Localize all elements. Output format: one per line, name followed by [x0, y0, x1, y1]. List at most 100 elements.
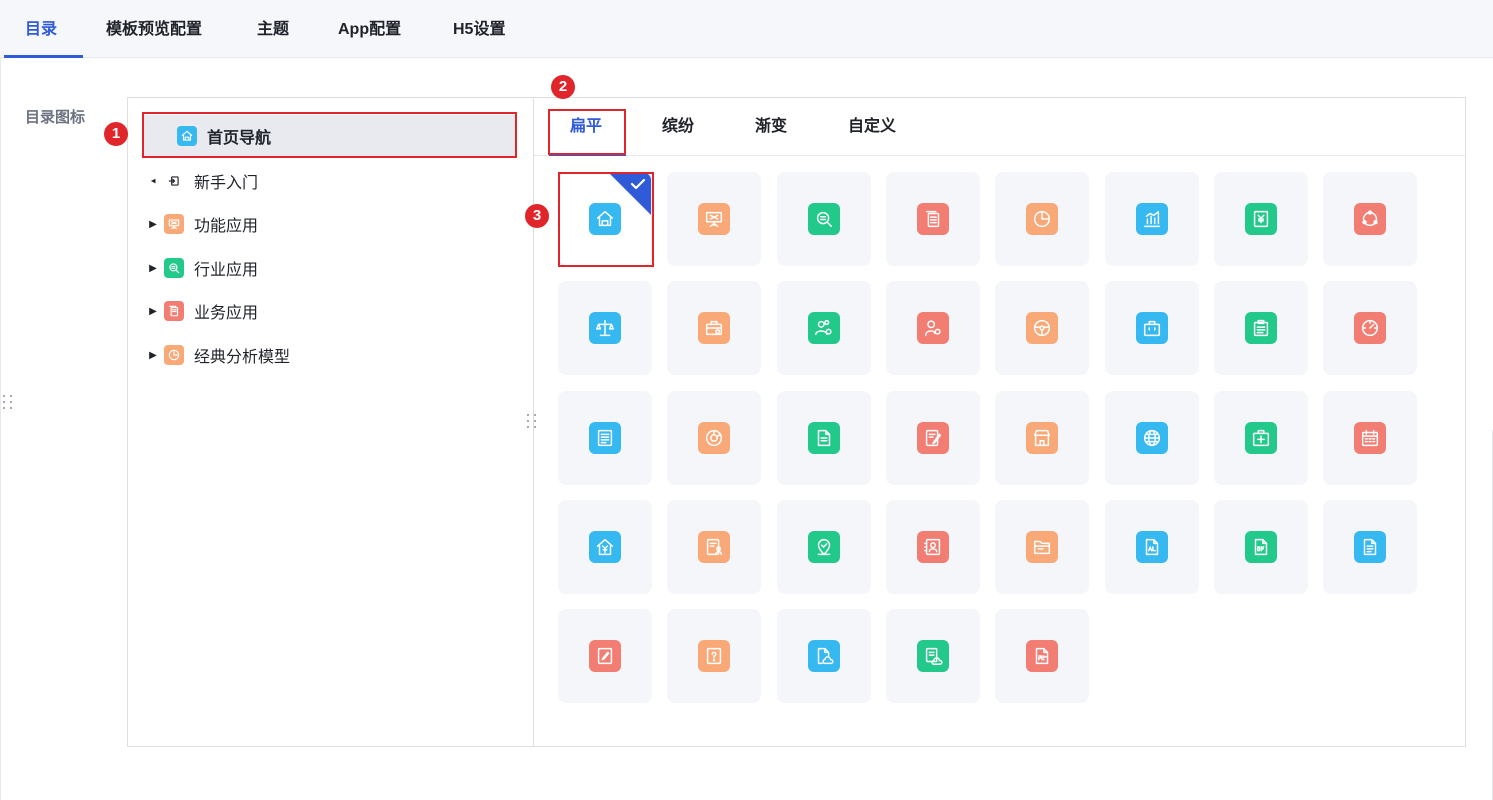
icon-option[interactable]: [1323, 390, 1418, 485]
panel-resize-handle[interactable]: [525, 412, 539, 434]
search-list-icon: [164, 258, 184, 278]
speedometer-icon: [1354, 312, 1387, 345]
icon-option[interactable]: [885, 499, 980, 594]
icon-option[interactable]: [558, 390, 652, 485]
tree-item[interactable]: ▲ 新手入门: [144, 160, 517, 202]
annotation-badge-2: 2: [551, 75, 575, 99]
tree-item[interactable]: ▶ 业务应用: [144, 290, 517, 332]
icon-option[interactable]: [558, 499, 652, 594]
icon-option[interactable]: [885, 172, 980, 266]
file-type-c-icon: [1026, 640, 1059, 673]
cloud-document-icon: [807, 640, 840, 673]
clipboard-icon: [1244, 312, 1277, 345]
icon-option[interactable]: [776, 281, 871, 376]
active-tab-indicator: [4, 55, 83, 58]
cycle-icon: [1354, 203, 1387, 235]
annotation-badge-1: 1: [104, 122, 128, 146]
annotation-badge-3: 3: [525, 204, 549, 228]
icon-option[interactable]: [1323, 281, 1418, 376]
icon-option[interactable]: [1104, 390, 1199, 485]
icon-option[interactable]: [1213, 172, 1308, 266]
icon-option[interactable]: [667, 609, 762, 704]
tab-colorful[interactable]: 缤纷: [662, 98, 694, 156]
bar-chart-icon: [1135, 203, 1168, 235]
tree-item[interactable]: 首页导航: [144, 115, 517, 157]
house-yuan-icon: [589, 530, 621, 563]
tree-item[interactable]: ▶ 行业应用: [144, 247, 517, 289]
store-icon: [1026, 421, 1059, 454]
tree-item[interactable]: ▶ 功能应用: [144, 203, 517, 245]
file-icon: [807, 421, 840, 454]
document-icon: [164, 301, 184, 321]
page-border: [0, 58, 1, 800]
tree-item-label: 功能应用: [194, 218, 259, 235]
calendar-icon: [1354, 421, 1387, 454]
icon-option[interactable]: [1104, 172, 1199, 266]
icon-option[interactable]: [995, 172, 1090, 266]
icon-option[interactable]: [776, 172, 871, 266]
steering-wheel-icon: [1026, 312, 1059, 345]
collapsed-arrow-icon[interactable]: ▶: [144, 215, 162, 233]
icon-style-tabs: 扁平 缤纷 渐变 自定义: [534, 98, 1465, 156]
home-icon: [177, 126, 197, 146]
icon-option[interactable]: [667, 172, 762, 266]
icon-option[interactable]: [995, 281, 1090, 376]
icon-option[interactable]: [558, 172, 652, 266]
icon-option[interactable]: [1213, 281, 1308, 376]
tab-template-preview-config[interactable]: 模板预览配置: [106, 0, 202, 58]
file-type-a-icon: [1135, 530, 1168, 563]
donut-icon: [698, 421, 731, 454]
left-resize-handle[interactable]: [1, 393, 13, 415]
tab-theme[interactable]: 主题: [257, 0, 289, 58]
icon-option[interactable]: [885, 281, 980, 376]
tree-item-label: 行业应用: [194, 262, 259, 279]
contact-card-icon: [916, 530, 949, 563]
presentation-icon: [164, 214, 184, 234]
expanded-arrow-icon[interactable]: ▲: [146, 174, 160, 188]
tree-item[interactable]: ▶ 经典分析模型: [144, 334, 517, 376]
tab-catalog[interactable]: 目录: [25, 0, 57, 58]
tab-gradient[interactable]: 渐变: [755, 98, 787, 156]
file-type-b-icon: [1244, 530, 1277, 563]
icon-option[interactable]: [1323, 172, 1418, 266]
icon-option[interactable]: [667, 390, 762, 485]
icon-option[interactable]: [667, 281, 762, 376]
document-stack-icon: [916, 203, 949, 235]
icon-option[interactable]: [1213, 390, 1308, 485]
presentation-icon: [698, 203, 731, 235]
collapsed-arrow-icon[interactable]: ▶: [144, 302, 162, 320]
tab-h5-settings[interactable]: H5设置: [453, 0, 505, 58]
icon-option[interactable]: [1104, 281, 1199, 376]
icon-option[interactable]: [776, 609, 871, 704]
icon-option[interactable]: [558, 281, 652, 376]
icon-option[interactable]: [1323, 499, 1418, 594]
checkmark-icon: [630, 177, 646, 190]
tree-item-label: 业务应用: [194, 305, 259, 322]
icon-option[interactable]: [1104, 499, 1199, 594]
icon-option[interactable]: [885, 609, 980, 704]
globe-icon: [1135, 421, 1168, 454]
icon-option[interactable]: [995, 499, 1090, 594]
tab-flat[interactable]: 扁平: [570, 98, 602, 156]
tab-custom[interactable]: 自定义: [848, 98, 896, 156]
team-gear-icon: [807, 312, 840, 345]
icon-option[interactable]: [885, 390, 980, 485]
report-person-icon: [698, 530, 731, 563]
top-tab-bar: 目录 模板预览配置 主题 App配置 H5设置: [0, 0, 1493, 58]
icon-option[interactable]: [1213, 499, 1308, 594]
icon-option[interactable]: [995, 390, 1090, 485]
collapsed-arrow-icon[interactable]: ▶: [144, 259, 162, 277]
cloud-report-icon: [916, 640, 949, 673]
icon-option[interactable]: [776, 390, 871, 485]
icon-option[interactable]: [776, 499, 871, 594]
tree-item-label: 经典分析模型: [194, 349, 291, 366]
file-lines-icon: [1354, 530, 1387, 563]
icon-option[interactable]: [558, 609, 652, 704]
medical-kit-icon: [1244, 421, 1277, 454]
icon-option[interactable]: [667, 499, 762, 594]
collapsed-arrow-icon[interactable]: ▶: [144, 346, 162, 364]
pie-icon: [164, 345, 184, 365]
tab-app-config[interactable]: App配置: [338, 0, 401, 58]
icon-option[interactable]: [995, 609, 1090, 704]
